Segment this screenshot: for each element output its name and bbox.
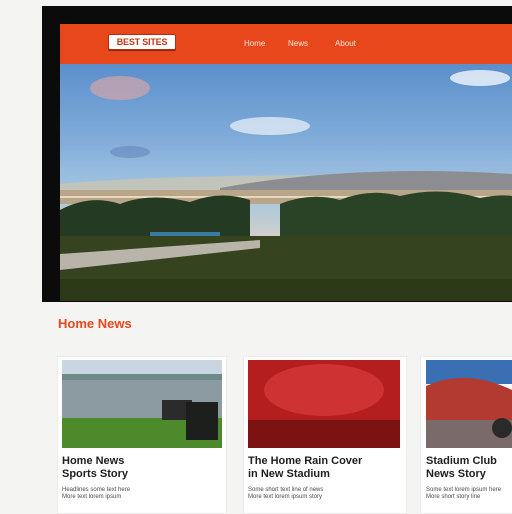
site-logo[interactable]: BEST SITES bbox=[108, 34, 176, 50]
card-2-title[interactable]: The Home Rain Cover in New Stadium bbox=[248, 455, 362, 481]
card-1-text: Headlines some text here More text lorem… bbox=[62, 487, 131, 500]
section-title: Home News bbox=[58, 316, 132, 331]
card-1-image[interactable] bbox=[62, 360, 222, 448]
site-header: BEST SITES Home News About bbox=[60, 24, 512, 64]
card-3-image[interactable] bbox=[426, 360, 512, 448]
card-2-text: Some short text line of news More text l… bbox=[248, 487, 324, 500]
card-1-title[interactable]: Home News Sports Story bbox=[62, 455, 128, 481]
nav-link-1[interactable]: Home bbox=[244, 39, 265, 48]
card-2-image[interactable] bbox=[248, 360, 400, 448]
nav-link-3[interactable]: About bbox=[335, 39, 356, 48]
nav-link-2[interactable]: News bbox=[288, 39, 308, 48]
card-3-text: Some text lorem ipsum here More short st… bbox=[426, 487, 502, 500]
card-3-title[interactable]: Stadium Club News Story bbox=[426, 455, 497, 481]
hero-image bbox=[60, 64, 512, 301]
